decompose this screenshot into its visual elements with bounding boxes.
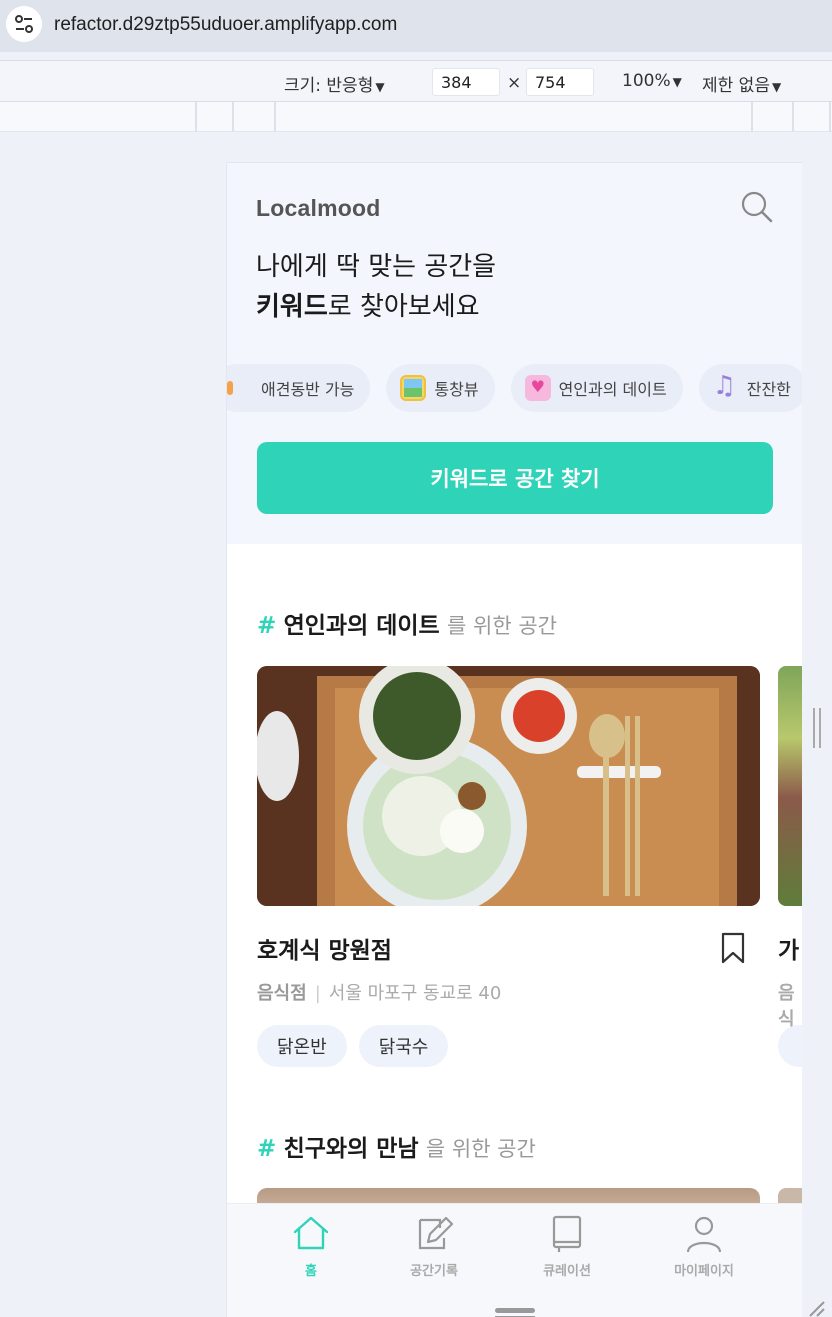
chip-pet-friendly[interactable]: 애견동반 가능	[227, 364, 371, 412]
search-icon[interactable]	[739, 189, 775, 225]
throttle-dropdown[interactable]: 제한 없음 ▼	[702, 71, 781, 96]
ruler-tick	[274, 102, 276, 132]
app-logo[interactable]: Localmood	[256, 195, 380, 222]
nav-home[interactable]: 홈	[256, 1214, 366, 1279]
nav-mypage[interactable]: 마이페이지	[649, 1214, 759, 1279]
chip-date[interactable]: 연인과의 데이트	[510, 364, 683, 412]
nav-curation[interactable]: 큐레이션	[512, 1214, 622, 1279]
bookmark-icon[interactable]	[721, 932, 745, 964]
nav-label: 공간기록	[410, 1264, 458, 1279]
device-toolbar: 크기: 반응형 ▼ 384 × 754 100% ▼ 제한 없음 ▼	[0, 60, 832, 102]
ruler-tick	[195, 102, 197, 132]
zoom-label: 100%	[622, 71, 671, 91]
url-text[interactable]: refactor.d29ztp55uduoer.amplifyapp.com	[54, 14, 397, 36]
hash-mark: #	[257, 613, 277, 639]
menu-tag[interactable]: 닭온반	[257, 1025, 347, 1067]
dimensions-dropdown[interactable]: 크기: 반응형 ▼	[284, 71, 385, 96]
section-keyword: 친구와의 만남	[283, 1136, 419, 1162]
chip-window-view[interactable]: 통창뷰	[386, 364, 495, 412]
ruler-tick	[751, 102, 753, 132]
menu-tag[interactable]: 닭국수	[358, 1025, 449, 1067]
menu-tag-list: 닭온반 닭국수	[257, 1025, 449, 1067]
ruler-tick	[792, 102, 794, 132]
chip-label: 잔잔한	[746, 380, 791, 399]
resize-corner-icon[interactable]	[806, 1298, 826, 1317]
caret-down-icon: ▼	[672, 75, 682, 89]
next-place-name[interactable]: 가	[778, 931, 799, 965]
chip-label: 통창뷰	[434, 380, 479, 399]
place-category: 음식점	[257, 983, 307, 1004]
section-keyword: 연인과의 데이트	[283, 613, 440, 639]
meta-separator: |	[314, 983, 321, 1004]
chip-label: 연인과의 데이트	[558, 380, 667, 399]
book-icon	[552, 1215, 582, 1252]
viewport-resize-handle[interactable]	[813, 708, 821, 748]
place-address: 서울 마포구 동교로 40	[328, 983, 502, 1004]
dog-icon	[227, 375, 253, 401]
home-icon	[293, 1216, 329, 1250]
nav-label: 마이페이지	[674, 1264, 734, 1279]
hero-headline: 나에게 딱 맞는 공간을 키워드로 찾아보세요	[256, 247, 496, 327]
place-photo[interactable]	[257, 666, 760, 906]
ruler-tick	[829, 102, 831, 132]
user-icon	[686, 1216, 722, 1253]
next-place-photo[interactable]	[778, 666, 802, 906]
section-title: # 연인과의 데이트 를 위한 공간	[257, 606, 557, 640]
chip-label: 애견동반 가능	[261, 380, 355, 399]
section-title: # 친구와의 만남 을 위한 공간	[257, 1129, 536, 1163]
nav-space-record[interactable]: 공간기록	[379, 1214, 489, 1279]
media-query-ruler[interactable]	[0, 102, 832, 132]
window-view-icon	[400, 375, 427, 401]
browser-address-bar: refactor.d29ztp55uduoer.amplifyapp.com	[0, 0, 832, 52]
headline-keyword: 키워드	[256, 292, 328, 322]
nav-label: 홈	[305, 1264, 317, 1279]
times-sign: ×	[507, 73, 522, 93]
music-icon	[713, 371, 739, 401]
device-viewport: Localmood 나에게 딱 맞는 공간을 키워드로 찾아보세요 애견동반 가…	[226, 162, 802, 1317]
heart-icon	[524, 375, 551, 401]
throttle-label: 제한 없음	[702, 76, 770, 96]
place-name[interactable]: 호계식 망원점	[257, 931, 392, 965]
ruler-tick	[232, 102, 234, 132]
hero-section: Localmood 나에게 딱 맞는 공간을 키워드로 찾아보세요 애견동반 가…	[227, 163, 802, 544]
bottom-navigation: 홈 공간기록 큐레이션 마이페이지	[227, 1203, 802, 1317]
dimensions-label: 크기: 반응형	[284, 76, 374, 96]
keyword-search-button[interactable]: 키워드로 공간 찾기	[257, 442, 773, 514]
chip-calm[interactable]: 잔잔한	[698, 364, 802, 412]
section-suffix: 을 위한 공간	[425, 1137, 536, 1161]
next-place-category: 음식	[778, 983, 795, 1030]
home-indicator	[495, 1308, 535, 1313]
site-settings-icon[interactable]	[6, 6, 42, 42]
nav-label: 큐레이션	[543, 1264, 591, 1279]
width-input[interactable]: 384	[432, 68, 500, 96]
section-suffix: 를 위한 공간	[447, 614, 557, 638]
caret-down-icon: ▼	[771, 80, 782, 94]
edit-note-icon	[418, 1216, 454, 1250]
headline-line-1: 나에게 딱 맞는 공간을	[256, 252, 497, 282]
hash-mark: #	[257, 1136, 277, 1162]
headline-line-2: 키워드로 찾아보세요	[256, 287, 496, 327]
next-menu-tag[interactable]	[778, 1025, 802, 1067]
headline-rest: 로 찾아보세요	[327, 292, 480, 322]
zoom-dropdown[interactable]: 100% ▼	[622, 71, 682, 91]
place-meta: 음식점 | 서울 마포구 동교로 40	[257, 979, 501, 1005]
height-input[interactable]: 754	[526, 68, 594, 96]
caret-down-icon: ▼	[375, 80, 385, 94]
keyword-chip-list: 애견동반 가능 통창뷰 연인과의 데이트 잔잔한	[227, 364, 802, 412]
